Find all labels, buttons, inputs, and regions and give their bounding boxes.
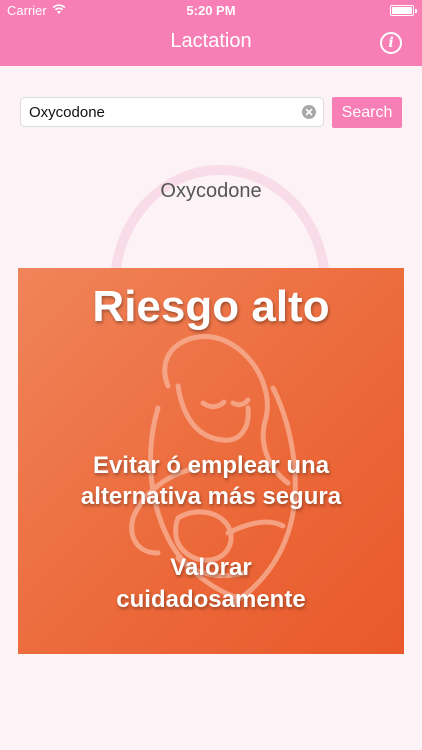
search-field (20, 97, 324, 127)
risk-action: Valorar cuidadosamente (18, 552, 404, 616)
risk-action-line: Valorar (170, 554, 252, 581)
clear-icon[interactable] (302, 105, 316, 119)
risk-level: Riesgo alto (92, 282, 330, 331)
status-bar: Carrier 5:20 PM (0, 0, 422, 22)
risk-advice-line: alternativa más segura (80, 483, 342, 510)
risk-advice: Evitar ó emplear una alternativa más seg… (18, 450, 404, 512)
search-input[interactable] (29, 98, 299, 126)
page-title: Lactation (170, 30, 252, 52)
search-button[interactable]: Search (332, 97, 402, 128)
risk-action-line: cuidadosamente (116, 586, 306, 613)
battery-icon (390, 5, 417, 16)
status-time: 5:20 PM (186, 3, 236, 18)
risk-card: Riesgo alto Evitar ó emplear una alterna… (18, 268, 404, 654)
drug-name: Oxycodone (160, 180, 262, 202)
nav-bar: Lactation i (0, 22, 422, 66)
risk-advice-line: Evitar ó emplear una (92, 452, 330, 479)
info-icon[interactable]: i (380, 32, 402, 54)
